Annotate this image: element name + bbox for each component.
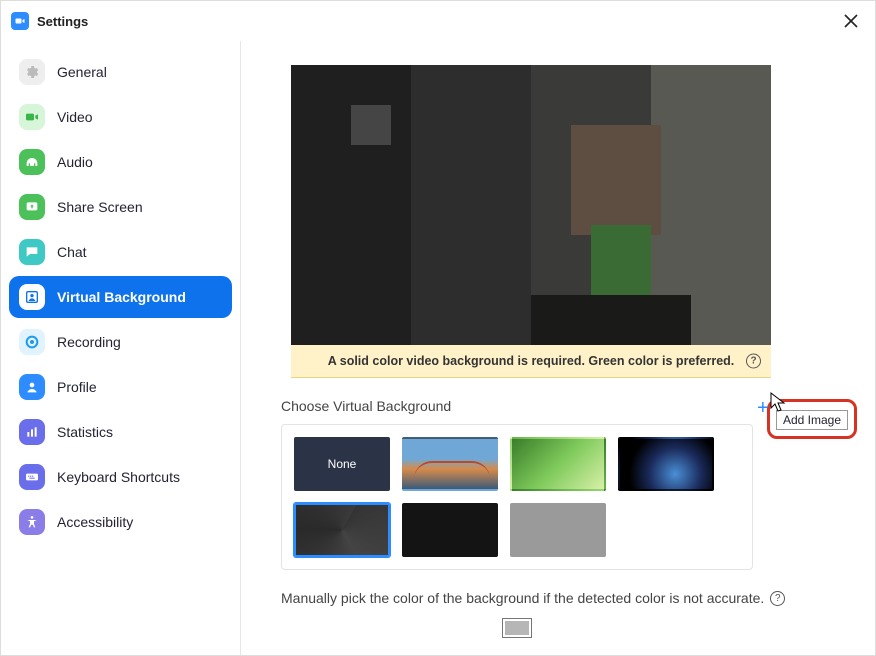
background-option-dark[interactable]: [402, 503, 498, 557]
settings-icon: [19, 59, 45, 85]
sidebar-label: Accessibility: [57, 514, 133, 530]
background-option-custom-selected[interactable]: [294, 503, 390, 557]
background-color-swatch[interactable]: [502, 618, 532, 638]
sidebar-label: General: [57, 64, 107, 80]
add-image-callout: + Add Image: [767, 399, 857, 439]
settings-window: Settings General Video: [0, 0, 876, 656]
add-image-tooltip: Add Image: [776, 410, 848, 430]
sidebar-item-chat[interactable]: Chat: [9, 231, 232, 273]
sidebar-item-virtual-background[interactable]: Virtual Background: [9, 276, 232, 318]
warning-banner: A solid color video background is requir…: [291, 345, 771, 378]
titlebar: Settings: [1, 1, 875, 41]
sidebar-label: Audio: [57, 154, 93, 170]
sidebar-item-general[interactable]: General: [9, 51, 232, 93]
chat-icon: [19, 239, 45, 265]
background-grid: None: [281, 424, 753, 570]
close-button[interactable]: [837, 7, 865, 35]
background-option-none[interactable]: None: [294, 437, 390, 491]
add-image-button[interactable]: +: [757, 397, 769, 420]
settings-content: A solid color video background is requir…: [241, 41, 875, 655]
sidebar-label: Statistics: [57, 424, 113, 440]
app-icon: [11, 12, 29, 30]
banner-text: A solid color video background is requir…: [328, 354, 735, 368]
video-icon: [19, 104, 45, 130]
sidebar-item-share-screen[interactable]: Share Screen: [9, 186, 232, 228]
help-icon[interactable]: ?: [770, 591, 785, 606]
sidebar-label: Video: [57, 109, 93, 125]
sidebar-label: Share Screen: [57, 199, 143, 215]
sidebar-item-statistics[interactable]: Statistics: [9, 411, 232, 453]
sidebar-item-audio[interactable]: Audio: [9, 141, 232, 183]
sidebar-label: Keyboard Shortcuts: [57, 469, 180, 485]
background-option-bridge[interactable]: [402, 437, 498, 491]
profile-icon: [19, 374, 45, 400]
video-preview: [291, 65, 771, 345]
share-screen-icon: [19, 194, 45, 220]
sidebar-label: Recording: [57, 334, 121, 350]
background-option-earth[interactable]: [618, 437, 714, 491]
keyboard-icon: [19, 464, 45, 490]
recording-icon: [19, 329, 45, 355]
sidebar-item-video[interactable]: Video: [9, 96, 232, 138]
sidebar-item-accessibility[interactable]: Accessibility: [9, 501, 232, 543]
audio-icon: [19, 149, 45, 175]
window-title: Settings: [37, 14, 88, 29]
accessibility-icon: [19, 509, 45, 535]
statistics-icon: [19, 419, 45, 445]
background-option-grass[interactable]: [510, 437, 606, 491]
sidebar-item-profile[interactable]: Profile: [9, 366, 232, 408]
sidebar-item-keyboard-shortcuts[interactable]: Keyboard Shortcuts: [9, 456, 232, 498]
cursor-icon: [769, 391, 787, 413]
sidebar-label: Profile: [57, 379, 97, 395]
color-hint-text: Manually pick the color of the backgroun…: [281, 590, 764, 606]
background-option-gray[interactable]: [510, 503, 606, 557]
virtual-background-icon: [19, 284, 45, 310]
help-icon[interactable]: ?: [746, 354, 761, 369]
sidebar-item-recording[interactable]: Recording: [9, 321, 232, 363]
sidebar-label: Chat: [57, 244, 87, 260]
settings-sidebar: General Video Audio Share Screen: [1, 41, 241, 655]
sidebar-label: Virtual Background: [57, 289, 186, 305]
